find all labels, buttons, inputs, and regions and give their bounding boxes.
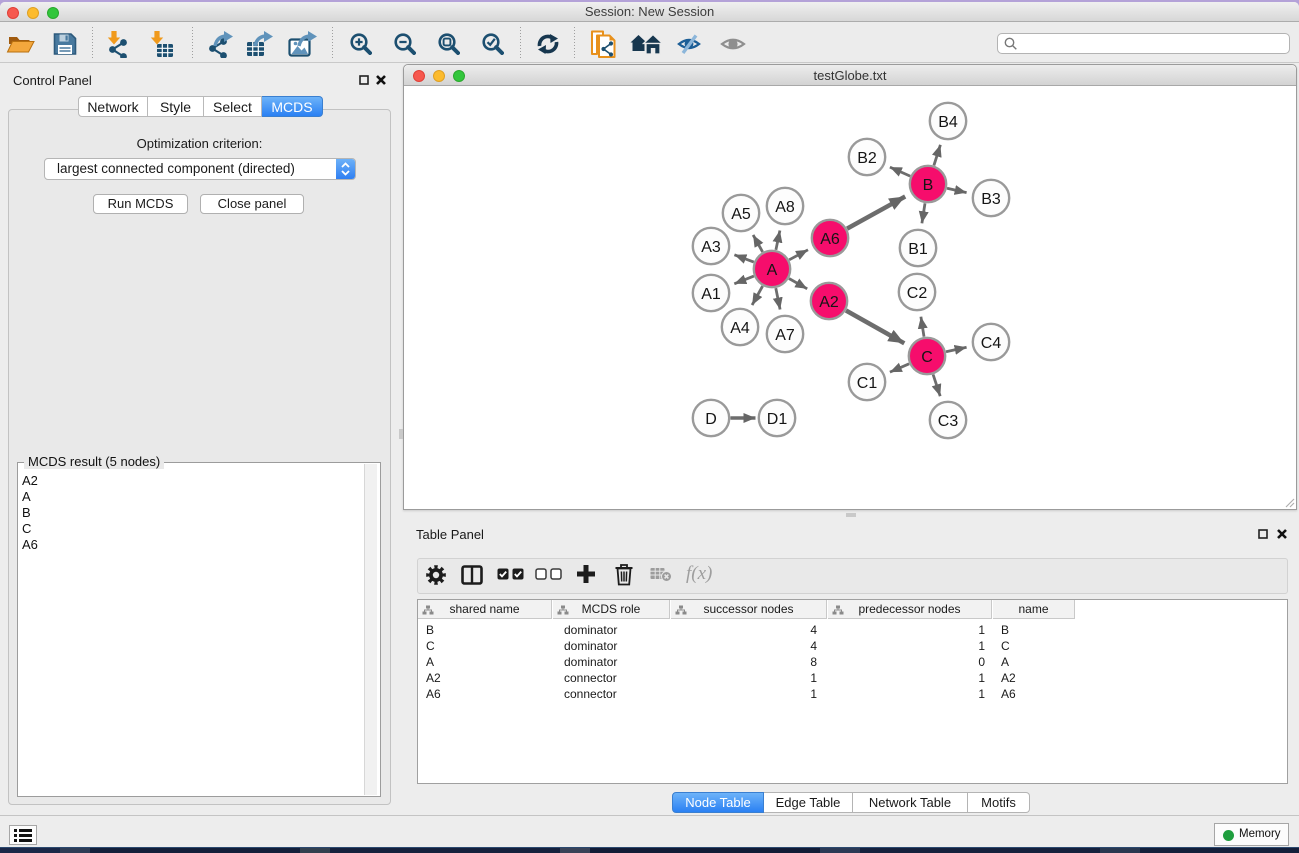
svg-text:D: D [705, 411, 717, 428]
svg-text:C: C [921, 349, 933, 366]
svg-text:C3: C3 [938, 413, 959, 430]
svg-text:A5: A5 [731, 206, 751, 223]
svg-text:C4: C4 [981, 335, 1002, 352]
svg-text:B3: B3 [981, 191, 1001, 208]
svg-text:B: B [923, 177, 934, 194]
svg-text:B1: B1 [908, 241, 928, 258]
svg-text:A4: A4 [730, 320, 750, 337]
svg-text:B2: B2 [857, 150, 877, 167]
svg-text:A8: A8 [775, 199, 795, 216]
svg-text:C1: C1 [857, 375, 878, 392]
svg-text:A1: A1 [701, 286, 721, 303]
svg-text:B4: B4 [938, 114, 958, 131]
svg-text:A7: A7 [775, 327, 795, 344]
svg-text:A6: A6 [820, 231, 840, 248]
svg-text:A: A [767, 262, 778, 279]
svg-text:C2: C2 [907, 285, 928, 302]
svg-text:D1: D1 [767, 411, 788, 428]
svg-text:A3: A3 [701, 239, 721, 256]
svg-text:A2: A2 [819, 294, 839, 311]
